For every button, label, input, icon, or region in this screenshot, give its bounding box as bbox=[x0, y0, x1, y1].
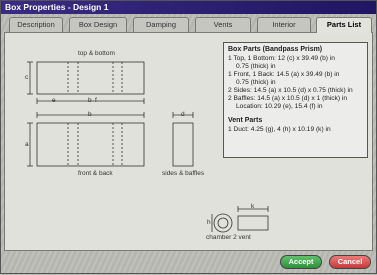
top-bottom-label: top & bottom bbox=[78, 50, 115, 57]
box-part-line: Location: 10.29 (e), 15.4 (f) in bbox=[236, 103, 323, 110]
front-back-label: front & back bbox=[78, 170, 113, 177]
dim-label-b-front: b bbox=[88, 111, 92, 118]
dim-label-a-front: a bbox=[25, 141, 29, 148]
chamber-vent-label: chamber 2 vent bbox=[206, 234, 251, 241]
front-back-panel bbox=[36, 122, 145, 167]
cancel-button[interactable]: Cancel bbox=[329, 255, 371, 269]
dim-label-d: d bbox=[181, 111, 185, 118]
dim-label-k: k bbox=[251, 203, 255, 210]
vent-part-line: 1 Duct: 4.25 (g), 4 (h) x 10.19 (k) in bbox=[228, 126, 331, 133]
sides-baffles-label: sides & baffles bbox=[162, 170, 205, 177]
dim-label-b-top: b bbox=[88, 97, 92, 104]
box-properties-window: Box Properties - Design 1 Description Bo… bbox=[0, 0, 377, 274]
tab-parts-list[interactable]: Parts List bbox=[316, 17, 372, 33]
vent-parts-title: Vent Parts bbox=[228, 117, 263, 124]
box-part-line: 2 Baffles: 14.5 (a) x 10.5 (d) x 1 (thic… bbox=[228, 95, 347, 102]
box-part-line: 1 Front, 1 Back: 14.5 (a) x 39.49 (b) in bbox=[228, 71, 340, 78]
box-part-line: 2 Sides: 14.5 (a) x 10.5 (d) x 0.75 (thi… bbox=[228, 87, 353, 94]
dim-label-h: h bbox=[207, 219, 211, 226]
dim-label-f: f bbox=[95, 97, 97, 104]
vent-end-view bbox=[213, 213, 233, 233]
box-part-line: 0.75 (thick) in bbox=[236, 63, 276, 70]
vent-side-view bbox=[237, 215, 269, 231]
parts-list-box: Box Parts (Bandpass Prism) 1 Top, 1 Bott… bbox=[223, 42, 368, 158]
dim-label-c-top: c bbox=[25, 74, 29, 81]
accept-button[interactable]: Accept bbox=[280, 255, 322, 269]
dim-label-e: e bbox=[52, 97, 56, 104]
box-part-line: 0.75 (thick) in bbox=[236, 79, 276, 86]
sides-baffles-panel bbox=[172, 122, 194, 167]
box-parts-title: Box Parts (Bandpass Prism) bbox=[228, 46, 323, 53]
box-part-line: 1 Top, 1 Bottom: 12 (c) x 39.49 (b) in bbox=[228, 55, 335, 62]
top-bottom-panel bbox=[36, 61, 145, 95]
